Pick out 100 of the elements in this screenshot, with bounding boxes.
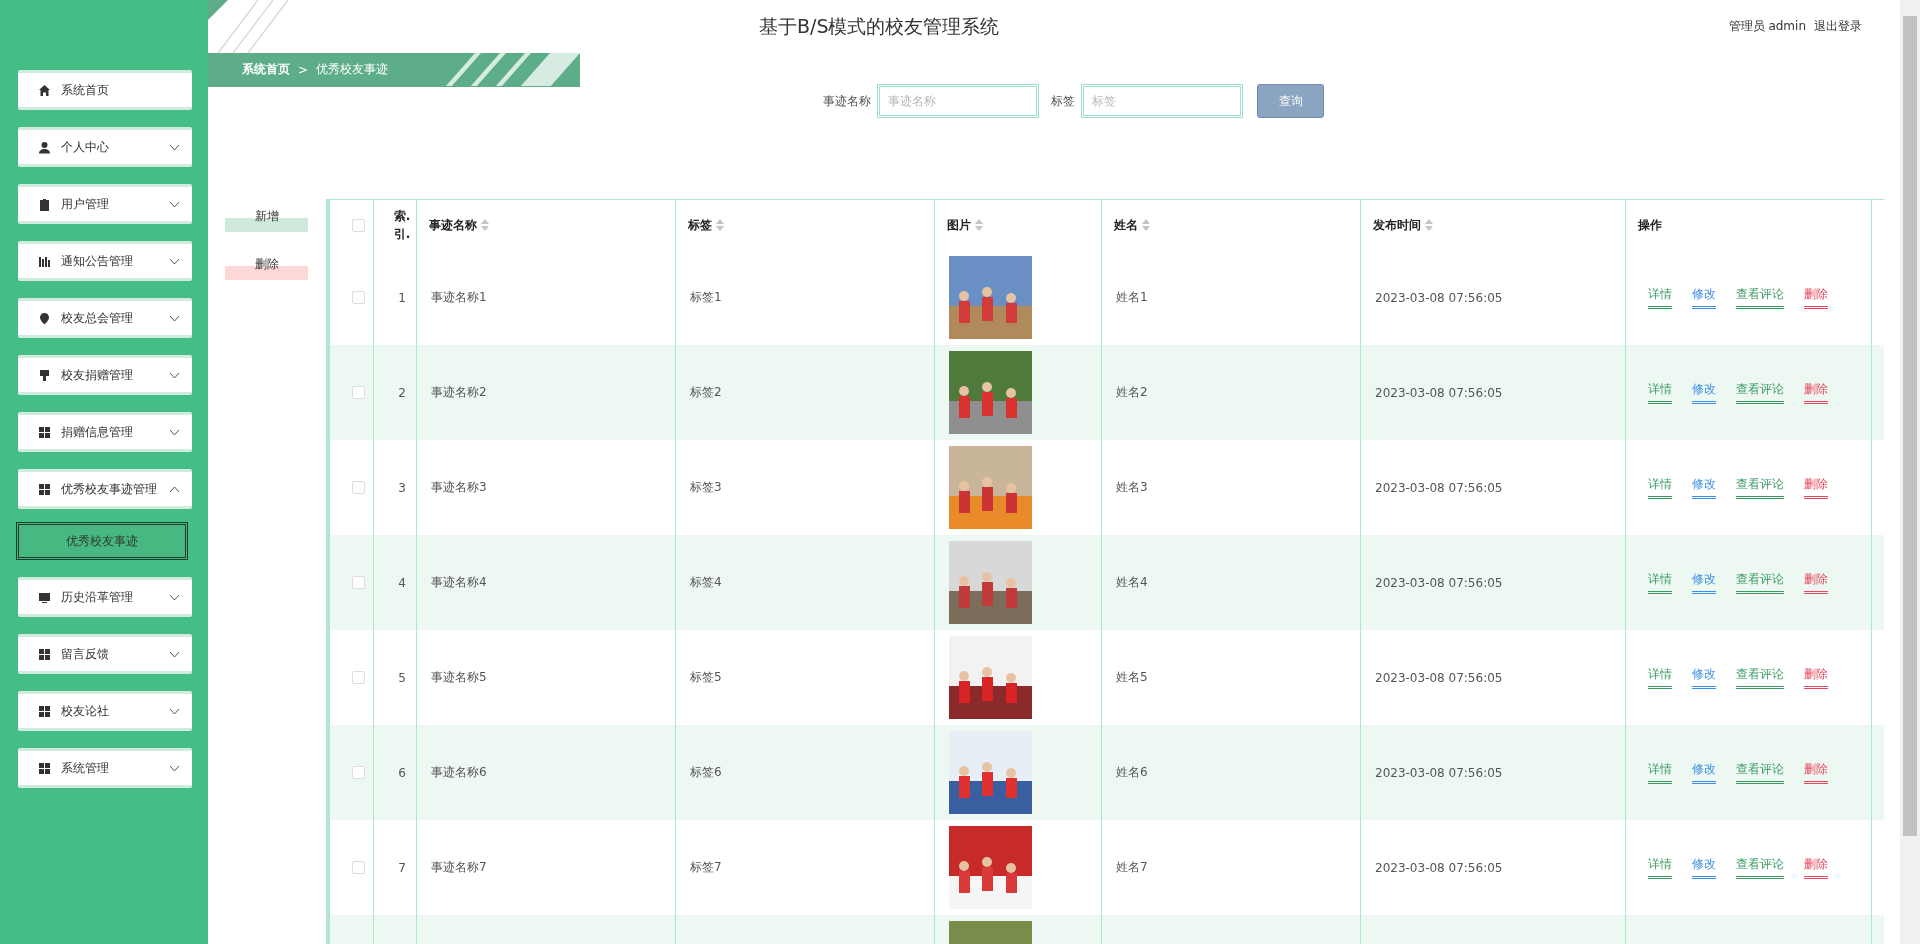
column-header: 图片 xyxy=(947,217,971,234)
sort-icon[interactable] xyxy=(975,219,983,231)
action-link[interactable]: 删除 xyxy=(1804,571,1828,594)
sidebar-item[interactable]: 校友总会管理 xyxy=(18,298,192,338)
table-cell: 标签3 xyxy=(690,479,722,496)
table-cell: 3 xyxy=(398,480,406,495)
action-link[interactable]: 修改 xyxy=(1692,761,1716,784)
checkbox[interactable] xyxy=(352,671,365,684)
sidebar-item[interactable]: 捐赠信息管理 xyxy=(18,412,192,452)
grid-icon xyxy=(38,425,51,439)
sidebar-item[interactable]: 个人中心 xyxy=(18,127,192,167)
sidebar-item[interactable]: 通知公告管理 xyxy=(18,241,192,281)
action-link[interactable]: 详情 xyxy=(1648,856,1672,879)
action-link[interactable]: 修改 xyxy=(1692,286,1716,309)
table-cell: 2023-03-08 07:56:05 xyxy=(1375,765,1503,780)
action-link[interactable]: 删除 xyxy=(1804,856,1828,879)
sort-icon[interactable] xyxy=(481,219,489,231)
action-link[interactable]: 删除 xyxy=(1804,761,1828,784)
grid-icon xyxy=(38,761,51,775)
chevron-icon xyxy=(169,314,180,322)
table-cell: 姓名7 xyxy=(1116,859,1148,876)
checkbox[interactable] xyxy=(352,218,365,232)
add-button[interactable]: 新增 xyxy=(225,206,308,232)
chevron-icon xyxy=(169,485,180,493)
search-field[interactable]: 事迹名称 xyxy=(877,84,1039,118)
chevron-icon xyxy=(169,428,180,436)
action-link[interactable]: 修改 xyxy=(1692,666,1716,689)
action-link[interactable]: 删除 xyxy=(1804,286,1828,309)
table-cell: 2023-03-08 07:56:05 xyxy=(1375,670,1503,685)
checkbox[interactable] xyxy=(352,766,365,779)
sidebar-item[interactable]: 校友捐赠管理 xyxy=(18,355,192,395)
checkbox[interactable] xyxy=(352,576,365,589)
table-cell: 1 xyxy=(398,290,406,305)
action-link[interactable]: 查看评论 xyxy=(1736,381,1784,404)
table-cell: 7 xyxy=(398,860,406,875)
action-link[interactable]: 查看评论 xyxy=(1736,476,1784,499)
table-cell: 标签1 xyxy=(690,289,722,306)
action-link[interactable]: 查看评论 xyxy=(1736,571,1784,594)
action-link[interactable]: 详情 xyxy=(1648,381,1672,404)
logout-link[interactable]: 退出登录 xyxy=(1814,18,1862,35)
action-link[interactable]: 查看评论 xyxy=(1736,286,1784,309)
app-title: 基于B/S模式的校友管理系统 xyxy=(759,13,1000,39)
table-cell: 5 xyxy=(398,670,406,685)
sidebar-item[interactable]: 系统首页 xyxy=(18,70,192,110)
search-button[interactable]: 查询 xyxy=(1257,84,1324,118)
table-cell: 事迹名称7 xyxy=(431,859,487,876)
sidebar-subitem[interactable]: 优秀校友事迹 xyxy=(16,522,188,560)
stamp-icon xyxy=(38,368,51,382)
action-link[interactable]: 查看评论 xyxy=(1736,856,1784,879)
action-link[interactable]: 查看评论 xyxy=(1736,666,1784,689)
action-link[interactable]: 详情 xyxy=(1648,666,1672,689)
checkbox[interactable] xyxy=(352,861,365,874)
table-cell: 2023-03-08 07:56:05 xyxy=(1375,480,1503,495)
grid-icon xyxy=(38,482,51,496)
chevron-icon xyxy=(169,200,180,208)
search-field[interactable]: 标签 xyxy=(1081,84,1243,118)
column-header: 发布时间 xyxy=(1373,217,1421,234)
table-cell: 事迹名称5 xyxy=(431,669,487,686)
table-cell: 2023-03-08 07:56:05 xyxy=(1375,290,1503,305)
user-label: 管理员 admin xyxy=(1728,18,1806,35)
action-link[interactable]: 修改 xyxy=(1692,381,1716,404)
table-cell: 标签6 xyxy=(690,764,722,781)
table-cell: 标签5 xyxy=(690,669,722,686)
action-link[interactable]: 修改 xyxy=(1692,571,1716,594)
table-cell: 标签7 xyxy=(690,859,722,876)
checkbox[interactable] xyxy=(352,386,365,399)
action-link[interactable]: 删除 xyxy=(1804,666,1828,689)
table-cell: 姓名6 xyxy=(1116,764,1148,781)
action-link[interactable]: 删除 xyxy=(1804,381,1828,404)
table-cell: 事迹名称1 xyxy=(431,289,487,306)
pin-icon xyxy=(38,311,51,325)
table-cell: 姓名5 xyxy=(1116,669,1148,686)
action-link[interactable]: 详情 xyxy=(1648,476,1672,499)
sidebar-item[interactable]: 优秀校友事迹管理 xyxy=(18,469,192,509)
action-link[interactable]: 删除 xyxy=(1804,476,1828,499)
sort-icon[interactable] xyxy=(1142,219,1150,231)
sidebar-item[interactable]: 校友论社 xyxy=(18,691,192,731)
bar-chart-icon xyxy=(38,254,51,268)
checkbox[interactable] xyxy=(352,291,365,304)
checkbox[interactable] xyxy=(352,481,365,494)
sidebar-item[interactable]: 历史沿革管理 xyxy=(18,577,192,617)
action-link[interactable]: 修改 xyxy=(1692,476,1716,499)
scrollbar[interactable] xyxy=(1900,0,1920,944)
sidebar-item[interactable]: 系统管理 xyxy=(18,748,192,788)
action-link[interactable]: 修改 xyxy=(1692,856,1716,879)
table-cell: 2023-03-08 07:56:05 xyxy=(1375,575,1503,590)
table-cell: 事迹名称3 xyxy=(431,479,487,496)
breadcrumb-link[interactable]: 系统首页 xyxy=(242,61,290,78)
action-link[interactable]: 详情 xyxy=(1648,571,1672,594)
action-link[interactable]: 查看评论 xyxy=(1736,761,1784,784)
sort-icon[interactable] xyxy=(1425,219,1433,231)
table-cell: 2 xyxy=(398,385,406,400)
sidebar-item[interactable]: 用户管理 xyxy=(18,184,192,224)
action-link[interactable]: 详情 xyxy=(1648,286,1672,309)
chevron-icon xyxy=(169,371,180,379)
sidebar-item[interactable]: 留言反馈 xyxy=(18,634,192,674)
sort-icon[interactable] xyxy=(716,219,724,231)
action-link[interactable]: 详情 xyxy=(1648,761,1672,784)
table-cell: 姓名1 xyxy=(1116,289,1148,306)
chevron-icon xyxy=(169,764,180,772)
